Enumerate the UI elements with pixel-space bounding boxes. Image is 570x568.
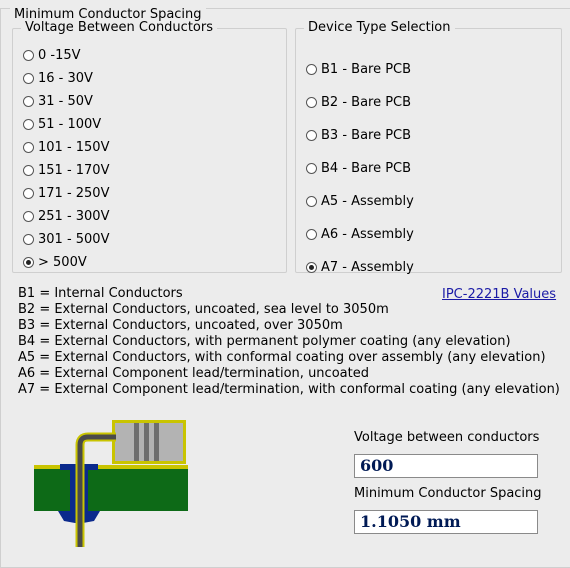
device-option-label: A5 - Assembly (321, 193, 414, 209)
radio-button-icon[interactable] (23, 164, 34, 176)
voltage-option[interactable]: 51 - 100V (23, 115, 101, 133)
radio-button-icon[interactable] (23, 95, 34, 107)
device-option-label: B4 - Bare PCB (321, 160, 412, 176)
voltage-option-label: 251 - 300V (38, 208, 110, 224)
voltage-option[interactable]: 151 - 170V (23, 161, 109, 179)
radio-button-icon[interactable] (23, 118, 34, 130)
voltage-option[interactable]: 171 - 250V (23, 184, 109, 202)
device-option[interactable]: A5 - Assembly (306, 192, 414, 210)
conformal-coating-icon (34, 465, 188, 469)
radio-button-icon[interactable] (306, 228, 317, 240)
voltage-option-label: 301 - 500V (38, 231, 110, 247)
spacing-output: 1.1050 mm (354, 510, 538, 534)
voltage-option[interactable]: > 500V (23, 253, 87, 271)
device-group-label: Device Type Selection (308, 20, 451, 35)
legend-line: A6 = External Component lead/termination… (18, 366, 369, 381)
radio-button-icon[interactable] (306, 261, 317, 273)
voltage-option-label: 51 - 100V (38, 116, 102, 132)
voltage-option-label: 16 - 30V (38, 70, 93, 86)
device-type-group: Device Type Selection B1 - Bare PCB B2 - … (295, 20, 562, 276)
radio-button-icon[interactable] (23, 233, 34, 245)
radio-button-icon[interactable] (306, 96, 317, 108)
component-band-icon (134, 423, 139, 461)
voltage-option[interactable]: 16 - 30V (23, 69, 93, 87)
board-icon (34, 467, 188, 511)
device-option-label: A6 - Assembly (321, 226, 414, 242)
radio-button-icon[interactable] (23, 72, 34, 84)
radio-button-icon[interactable] (306, 63, 317, 75)
spacing-field-label: Minimum Conductor Spacing (354, 486, 542, 501)
voltage-field-label: Voltage between conductors (354, 430, 540, 445)
component-band-icon (154, 423, 159, 461)
legend-line: A5 = External Conductors, with conformal… (18, 350, 546, 365)
voltage-option[interactable]: 31 - 50V (23, 92, 93, 110)
voltage-option-label: 151 - 170V (38, 162, 110, 178)
voltage-option-label: > 500V (38, 254, 87, 270)
device-option-label: A7 - Assembly (321, 259, 414, 275)
voltage-input[interactable]: 600 (354, 454, 538, 478)
radio-button-icon[interactable] (23, 49, 34, 61)
legend-line: B4 = External Conductors, with permanent… (18, 334, 511, 349)
device-option-label: B3 - Bare PCB (321, 127, 412, 143)
voltage-option[interactable]: 301 - 500V (23, 230, 109, 248)
legend-line: B2 = External Conductors, uncoated, sea … (18, 302, 389, 317)
voltage-group: Voltage Between Conductors 0 -15V 16 - 30… (12, 21, 287, 273)
radio-button-icon[interactable] (306, 129, 317, 141)
legend-line: B3 = External Conductors, uncoated, over… (18, 318, 343, 333)
radio-button-icon[interactable] (23, 256, 34, 268)
radio-button-icon[interactable] (23, 187, 34, 199)
radio-button-icon[interactable] (306, 195, 317, 207)
device-option[interactable]: B4 - Bare PCB (306, 159, 411, 177)
voltage-option[interactable]: 251 - 300V (23, 207, 109, 225)
voltage-option[interactable]: 101 - 150V (23, 138, 109, 156)
voltage-option-label: 171 - 250V (38, 185, 110, 201)
device-option[interactable]: B2 - Bare PCB (306, 93, 411, 111)
device-option[interactable]: A7 - Assembly (306, 258, 414, 276)
device-option-label: B2 - Bare PCB (321, 94, 412, 110)
voltage-option[interactable]: 0 -15V (23, 46, 81, 64)
legend-line: A7 = External Component lead/termination… (18, 382, 560, 397)
radio-button-icon[interactable] (306, 162, 317, 174)
voltage-option-label: 31 - 50V (38, 93, 93, 109)
voltage-option-label: 101 - 150V (38, 139, 110, 155)
voltage-group-label: Voltage Between Conductors (25, 20, 213, 35)
component-band-icon (144, 423, 149, 461)
device-option[interactable]: B1 - Bare PCB (306, 60, 411, 78)
radio-button-icon[interactable] (23, 141, 34, 153)
voltage-option-label: 0 -15V (38, 47, 81, 63)
device-option-label: B1 - Bare PCB (321, 61, 412, 77)
ipc-2221b-values-link[interactable]: IPC-2221B Values (442, 287, 556, 303)
device-option[interactable]: B3 - Bare PCB (306, 126, 411, 144)
pcb-lead-illustration (34, 420, 188, 547)
radio-button-icon[interactable] (23, 210, 34, 222)
device-option[interactable]: A6 - Assembly (306, 225, 414, 243)
